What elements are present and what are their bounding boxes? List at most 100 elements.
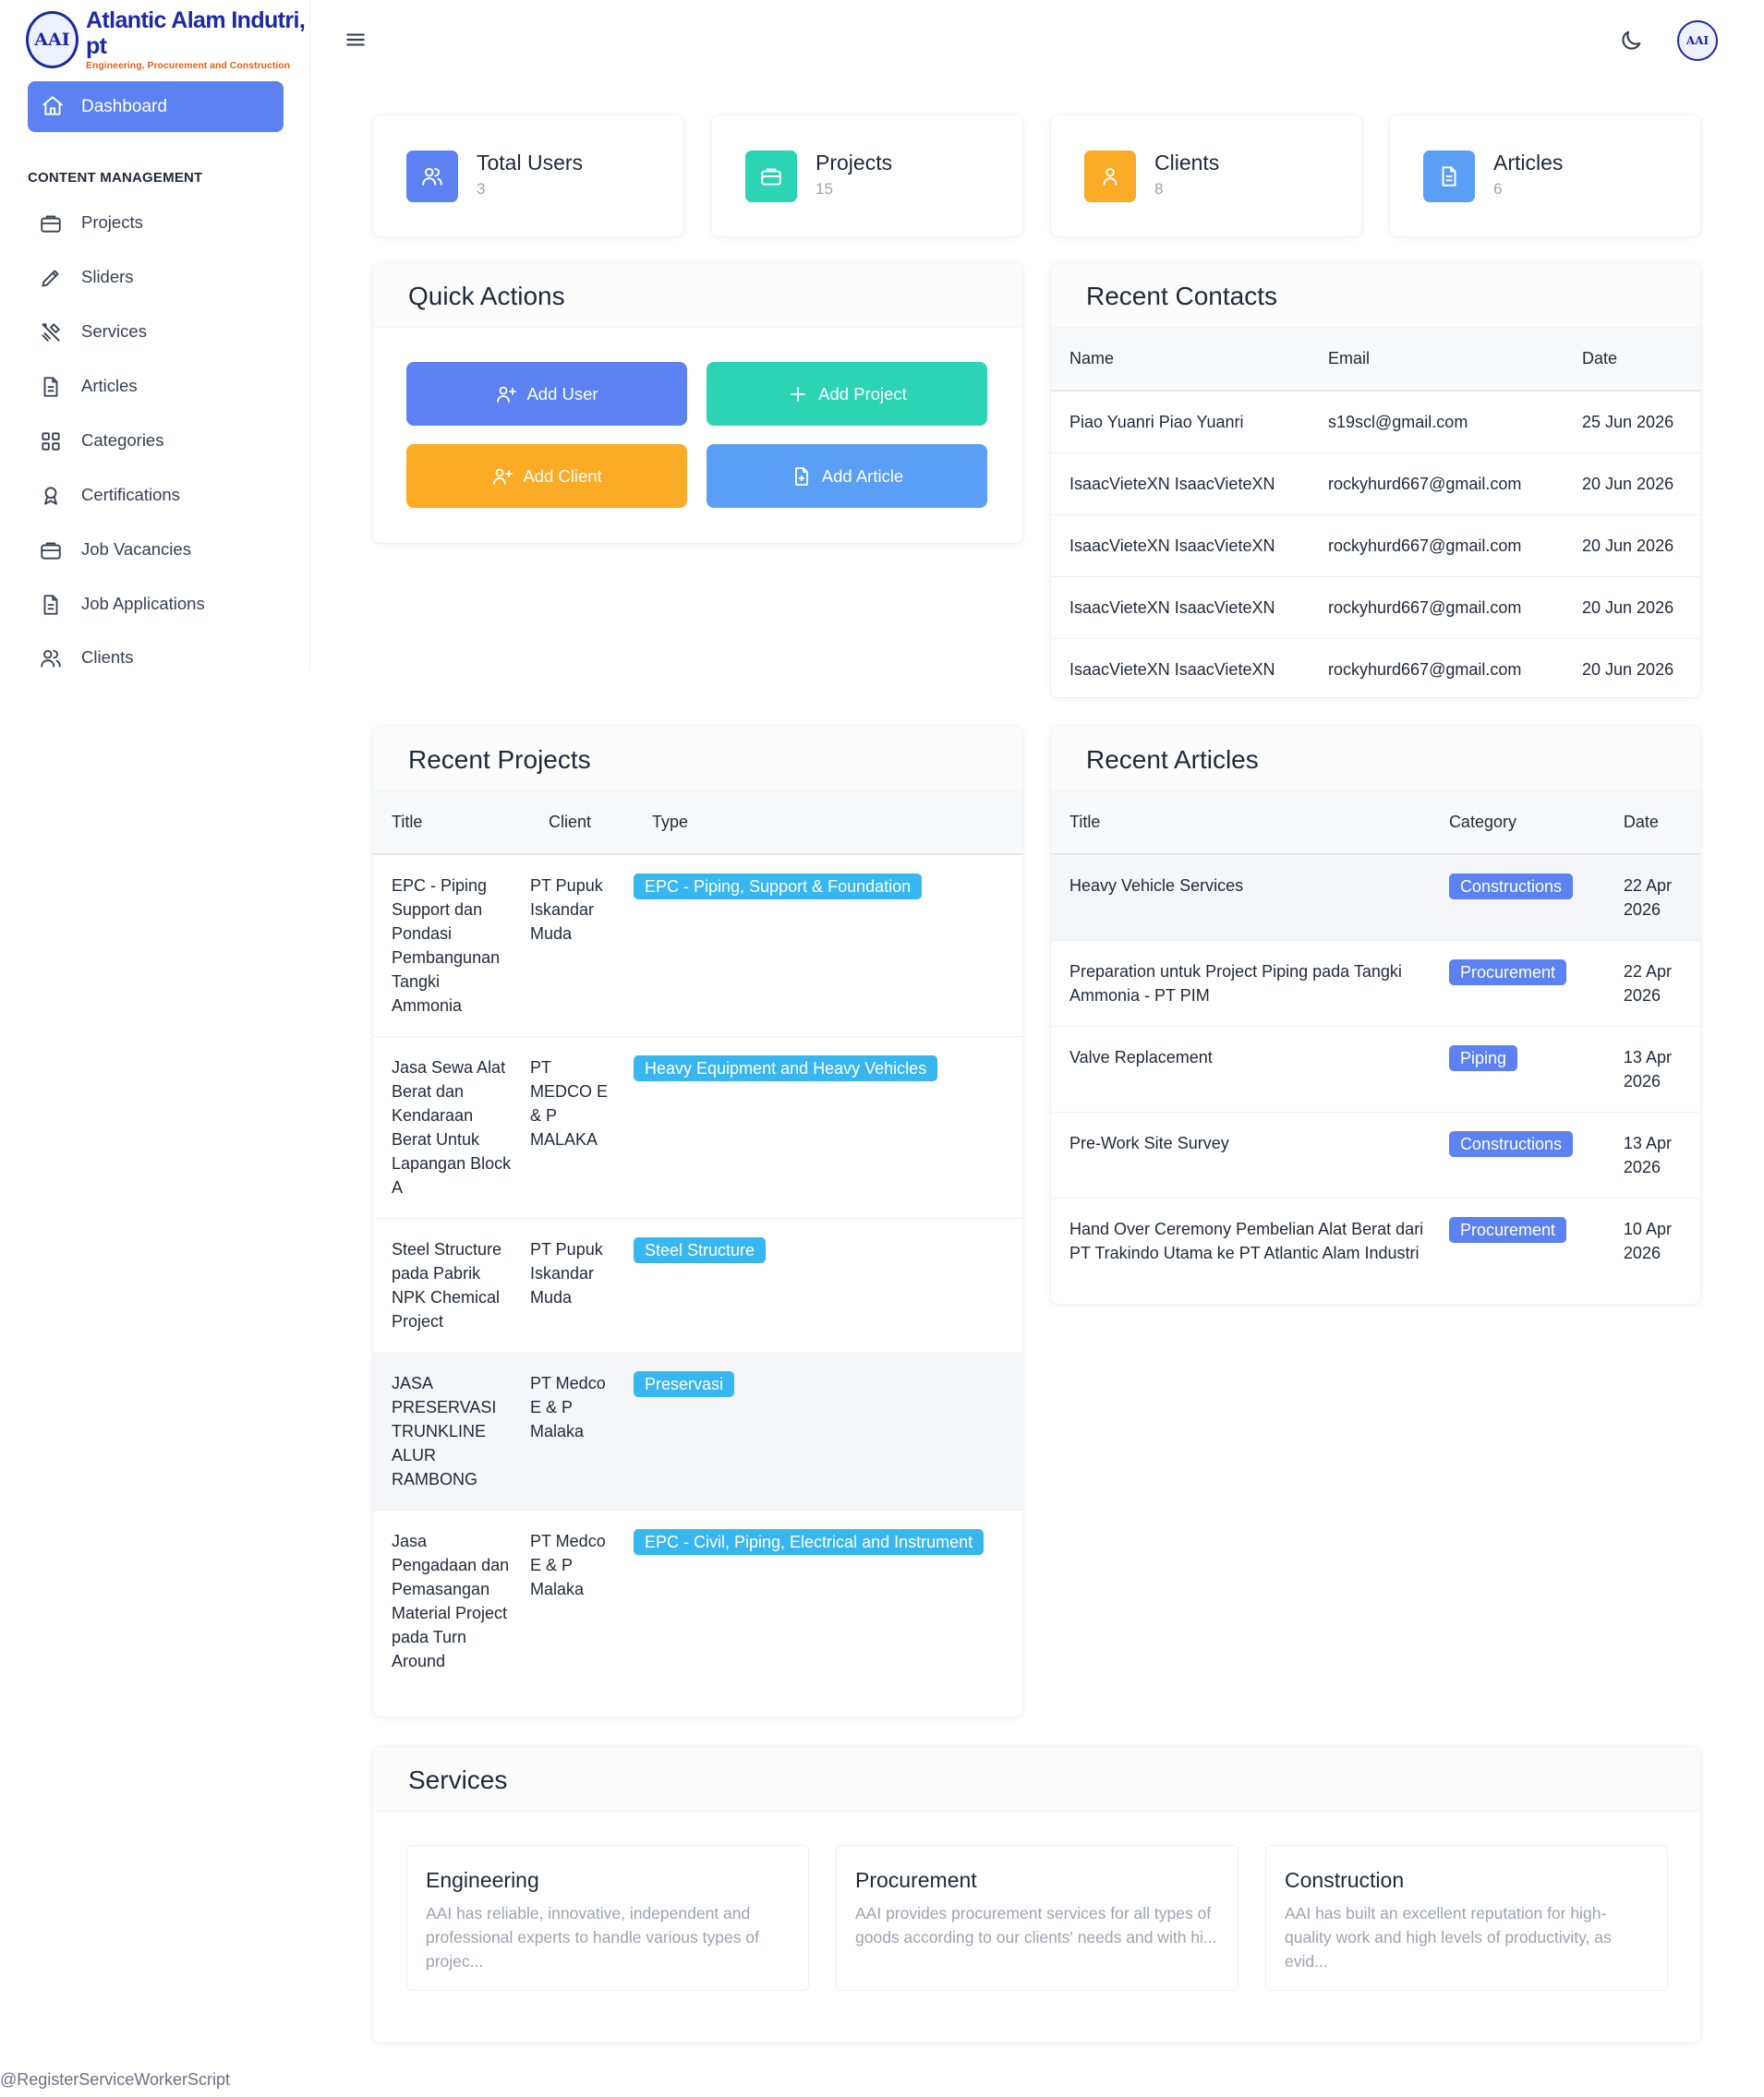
grid-icon xyxy=(39,429,63,453)
contact-name: IsaacVieteXN IsaacVieteXN xyxy=(1051,576,1310,639)
project-title: Jasa Pengadaan dan Pemasangan Material P… xyxy=(392,1532,510,1670)
pencil-icon xyxy=(39,266,63,290)
card-title: Services xyxy=(408,1766,508,1794)
sidebar-section-title: CONTENT MANAGEMENT xyxy=(28,170,203,186)
contact-date: 20 Jun 2026 xyxy=(1564,452,1700,515)
add-client-button[interactable]: Add Client xyxy=(406,444,687,508)
contact-date: 20 Jun 2026 xyxy=(1582,659,1674,679)
article-title: Valve Replacement xyxy=(1051,1026,1449,1113)
file-plus-icon xyxy=(791,465,813,488)
project-title: Jasa Sewa Alat Berat dan Kendaraan Berat… xyxy=(373,1036,530,1219)
contact-email: rockyhurd667@gmail.com xyxy=(1310,452,1564,515)
moon-icon[interactable] xyxy=(1618,28,1644,54)
table-row: Heavy Vehicle Services Constructions 22 … xyxy=(1051,854,1700,941)
contact-date: 20 Jun 2026 xyxy=(1564,514,1700,577)
plus-icon xyxy=(787,383,809,405)
recent-projects-card: Recent Projects Title Client Type EPC - … xyxy=(373,727,1022,1717)
sidebar-item-job-applications[interactable]: Job Applications xyxy=(28,585,284,622)
table-row: Valve Replacement Piping 13 Apr 2026 xyxy=(1051,1026,1700,1113)
table-row: Hand Over Ceremony Pembelian Alat Berat … xyxy=(1051,1199,1700,1284)
stat-card-articles: Articles 6 xyxy=(1390,115,1700,236)
button-label: Add Project xyxy=(818,383,907,404)
sidebar-item-articles[interactable]: Articles xyxy=(28,368,284,404)
type-badge: EPC - Piping, Support & Foundation xyxy=(634,874,923,899)
article-date: 22 Apr 2026 xyxy=(1623,854,1700,941)
contact-email: rockyhurd667@gmail.com xyxy=(1328,659,1522,679)
table-row: IsaacVieteXN IsaacVieteXN rockyhurd667@gm… xyxy=(1051,576,1700,639)
contact-email: rockyhurd667@gmail.com xyxy=(1310,576,1564,639)
recent-articles-card: Recent Articles Title Category Date Heav… xyxy=(1051,727,1700,1304)
document-icon xyxy=(1423,151,1475,202)
add-article-button[interactable]: Add Article xyxy=(707,444,987,508)
column-header: Email xyxy=(1310,328,1564,392)
article-date: 22 Apr 2026 xyxy=(1623,940,1700,1027)
sidebar-item-label: Job Vacancies xyxy=(81,539,191,559)
service-card-construction[interactable]: Construction AAI has built an excellent … xyxy=(1265,1845,1668,1991)
service-card-procurement[interactable]: Procurement AAI provides procurement ser… xyxy=(836,1845,1238,1991)
brand-tagline: Engineering, Procurement and Constructio… xyxy=(85,60,291,71)
avatar[interactable]: AAI xyxy=(1677,20,1718,61)
sidebar-item-label: Categories xyxy=(81,430,164,450)
users-icon xyxy=(406,151,458,202)
column-header: Name xyxy=(1051,328,1310,392)
category-badge: Constructions xyxy=(1448,1131,1573,1157)
service-title: Construction xyxy=(1285,1868,1405,1892)
project-title: Steel Structure pada Pabrik NPK Chemical… xyxy=(373,1218,530,1353)
article-date: 13 Apr 2026 xyxy=(1623,1026,1700,1113)
document-icon xyxy=(39,375,63,399)
footer-text: @RegisterServiceWorkerScript xyxy=(0,2070,231,2089)
sidebar-item-label: Certifications xyxy=(81,485,180,504)
add-project-button[interactable]: Add Project xyxy=(707,362,987,426)
brand[interactable]: AAI Atlantic Alam Indutri, pt Engineerin… xyxy=(26,7,309,71)
contact-date: 20 Jun 2026 xyxy=(1564,576,1700,639)
stat-card-clients: Clients 8 xyxy=(1051,115,1361,236)
award-icon xyxy=(39,484,63,508)
stat-value: 8 xyxy=(1154,180,1164,198)
article-date: 10 Apr 2026 xyxy=(1623,1220,1672,1262)
sidebar-item-certifications[interactable]: Certifications xyxy=(28,476,284,513)
table-row: IsaacVieteXN IsaacVieteXN rockyhurd667@gm… xyxy=(1051,452,1700,515)
tools-icon xyxy=(39,320,63,344)
stat-label: Total Users xyxy=(477,151,584,175)
hamburger-icon[interactable] xyxy=(344,28,368,52)
sidebar-item-dashboard[interactable]: Dashboard xyxy=(28,81,284,132)
stat-value: 15 xyxy=(816,180,833,198)
article-date: 13 Apr 2026 xyxy=(1623,1112,1700,1199)
category-badge: Procurement xyxy=(1448,1217,1566,1243)
sidebar-item-label: Services xyxy=(81,321,147,341)
brand-name: Atlantic Alam Indutri, pt xyxy=(85,7,306,59)
table-row: JASA PRESERVASI TRUNKLINE ALUR RAMBONG P… xyxy=(373,1352,1022,1511)
card-title: Recent Projects xyxy=(408,745,591,774)
contact-name: IsaacVieteXN IsaacVieteXN xyxy=(1069,659,1275,679)
column-header: Category xyxy=(1448,791,1624,855)
project-title: EPC - Piping Support dan Pondasi Pembang… xyxy=(373,854,530,1037)
type-badge: EPC - Civil, Piping, Electrical and Inst… xyxy=(634,1529,985,1555)
briefcase-icon xyxy=(39,538,63,562)
button-label: Add Client xyxy=(523,465,602,486)
sidebar-item-sliders[interactable]: Sliders xyxy=(28,259,284,295)
stat-card-total-users: Total Users 3 xyxy=(373,115,683,236)
stat-value: 6 xyxy=(1493,180,1503,198)
briefcase-icon xyxy=(39,211,63,235)
sidebar-item-job-vacancies[interactable]: Job Vacancies xyxy=(28,531,284,568)
column-header: Date xyxy=(1623,791,1700,855)
contact-email: s19scl@gmail.com xyxy=(1310,391,1564,453)
sidebar-item-projects[interactable]: Projects xyxy=(28,204,284,241)
add-user-button[interactable]: Add User xyxy=(406,362,687,426)
button-label: Add Article xyxy=(821,465,904,486)
sidebar-item-clients[interactable]: Clients xyxy=(28,639,284,676)
service-card-engineering[interactable]: Engineering AAI has reliable, innovative… xyxy=(406,1845,809,1991)
sidebar-item-categories[interactable]: Categories xyxy=(28,422,284,459)
table-row: Jasa Sewa Alat Berat dan Kendaraan Berat… xyxy=(373,1036,1022,1219)
contact-name: IsaacVieteXN IsaacVieteXN xyxy=(1051,452,1310,515)
type-badge: Preservasi xyxy=(634,1371,735,1397)
column-header: Title xyxy=(373,791,530,855)
sidebar-item-services[interactable]: Services xyxy=(28,313,284,350)
service-description: AAI has reliable, innovative, independen… xyxy=(426,1904,759,1970)
table-row: IsaacVieteXN IsaacVieteXN rockyhurd667@gm… xyxy=(1051,514,1700,577)
brand-logo: AAI xyxy=(26,11,79,68)
card-title: Recent Articles xyxy=(1086,745,1259,774)
category-badge: Procurement xyxy=(1448,959,1566,985)
table-row: Pre-Work Site Survey Constructions 13 Ap… xyxy=(1051,1112,1700,1199)
stat-label: Articles xyxy=(1493,151,1564,175)
